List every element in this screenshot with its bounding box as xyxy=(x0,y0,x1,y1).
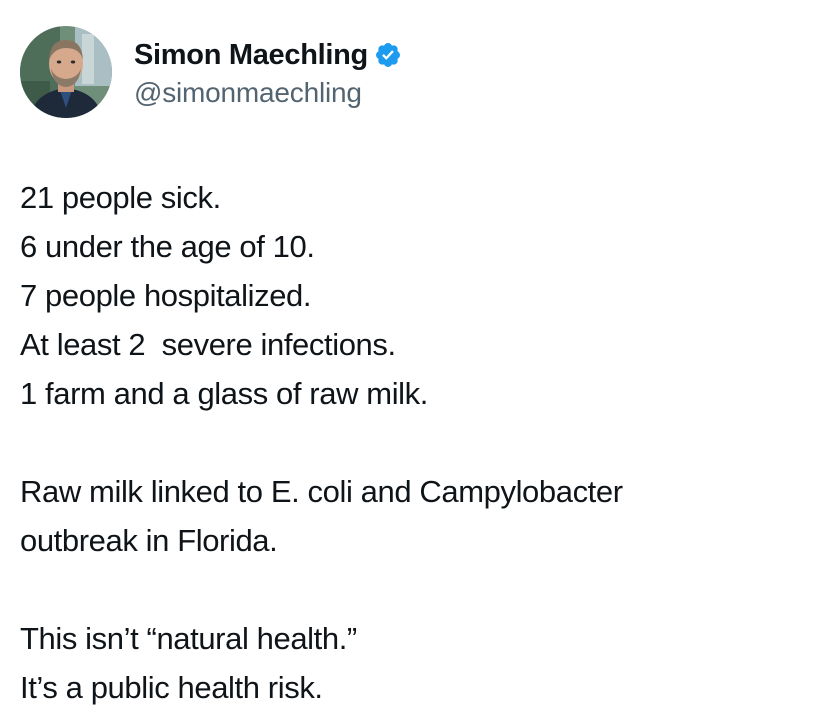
name-row: Simon Maechling xyxy=(134,35,402,75)
verified-badge-icon xyxy=(374,41,402,69)
tweet-line: At least 2 severe infections. xyxy=(20,327,396,362)
avatar[interactable] xyxy=(20,26,112,118)
tweet-line: 21 people sick. xyxy=(20,180,221,215)
author-block: Simon Maechling @simonmaechling xyxy=(134,35,402,109)
display-name[interactable]: Simon Maechling xyxy=(134,39,368,72)
avatar-photo xyxy=(20,26,112,118)
tweet-line: This isn’t “natural health.” xyxy=(20,621,357,656)
tweet-line: 6 under the age of 10. xyxy=(20,229,315,264)
tweet-line: outbreak in Florida. xyxy=(20,523,278,558)
tweet-header: Simon Maechling @simonmaechling xyxy=(20,24,402,120)
tweet-line: Raw milk linked to E. coli and Campyloba… xyxy=(20,474,623,509)
tweet-line: 1 farm and a glass of raw milk. xyxy=(20,376,428,411)
tweet-text: 21 people sick. 6 under the age of 10. 7… xyxy=(20,173,810,712)
author-handle[interactable]: @simonmaechling xyxy=(134,77,402,109)
tweet-line: 7 people hospitalized. xyxy=(20,278,312,313)
tweet-line: It’s a public health risk. xyxy=(20,670,323,705)
tweet-card: Simon Maechling @simonmaechling 21 peopl… xyxy=(0,0,828,723)
